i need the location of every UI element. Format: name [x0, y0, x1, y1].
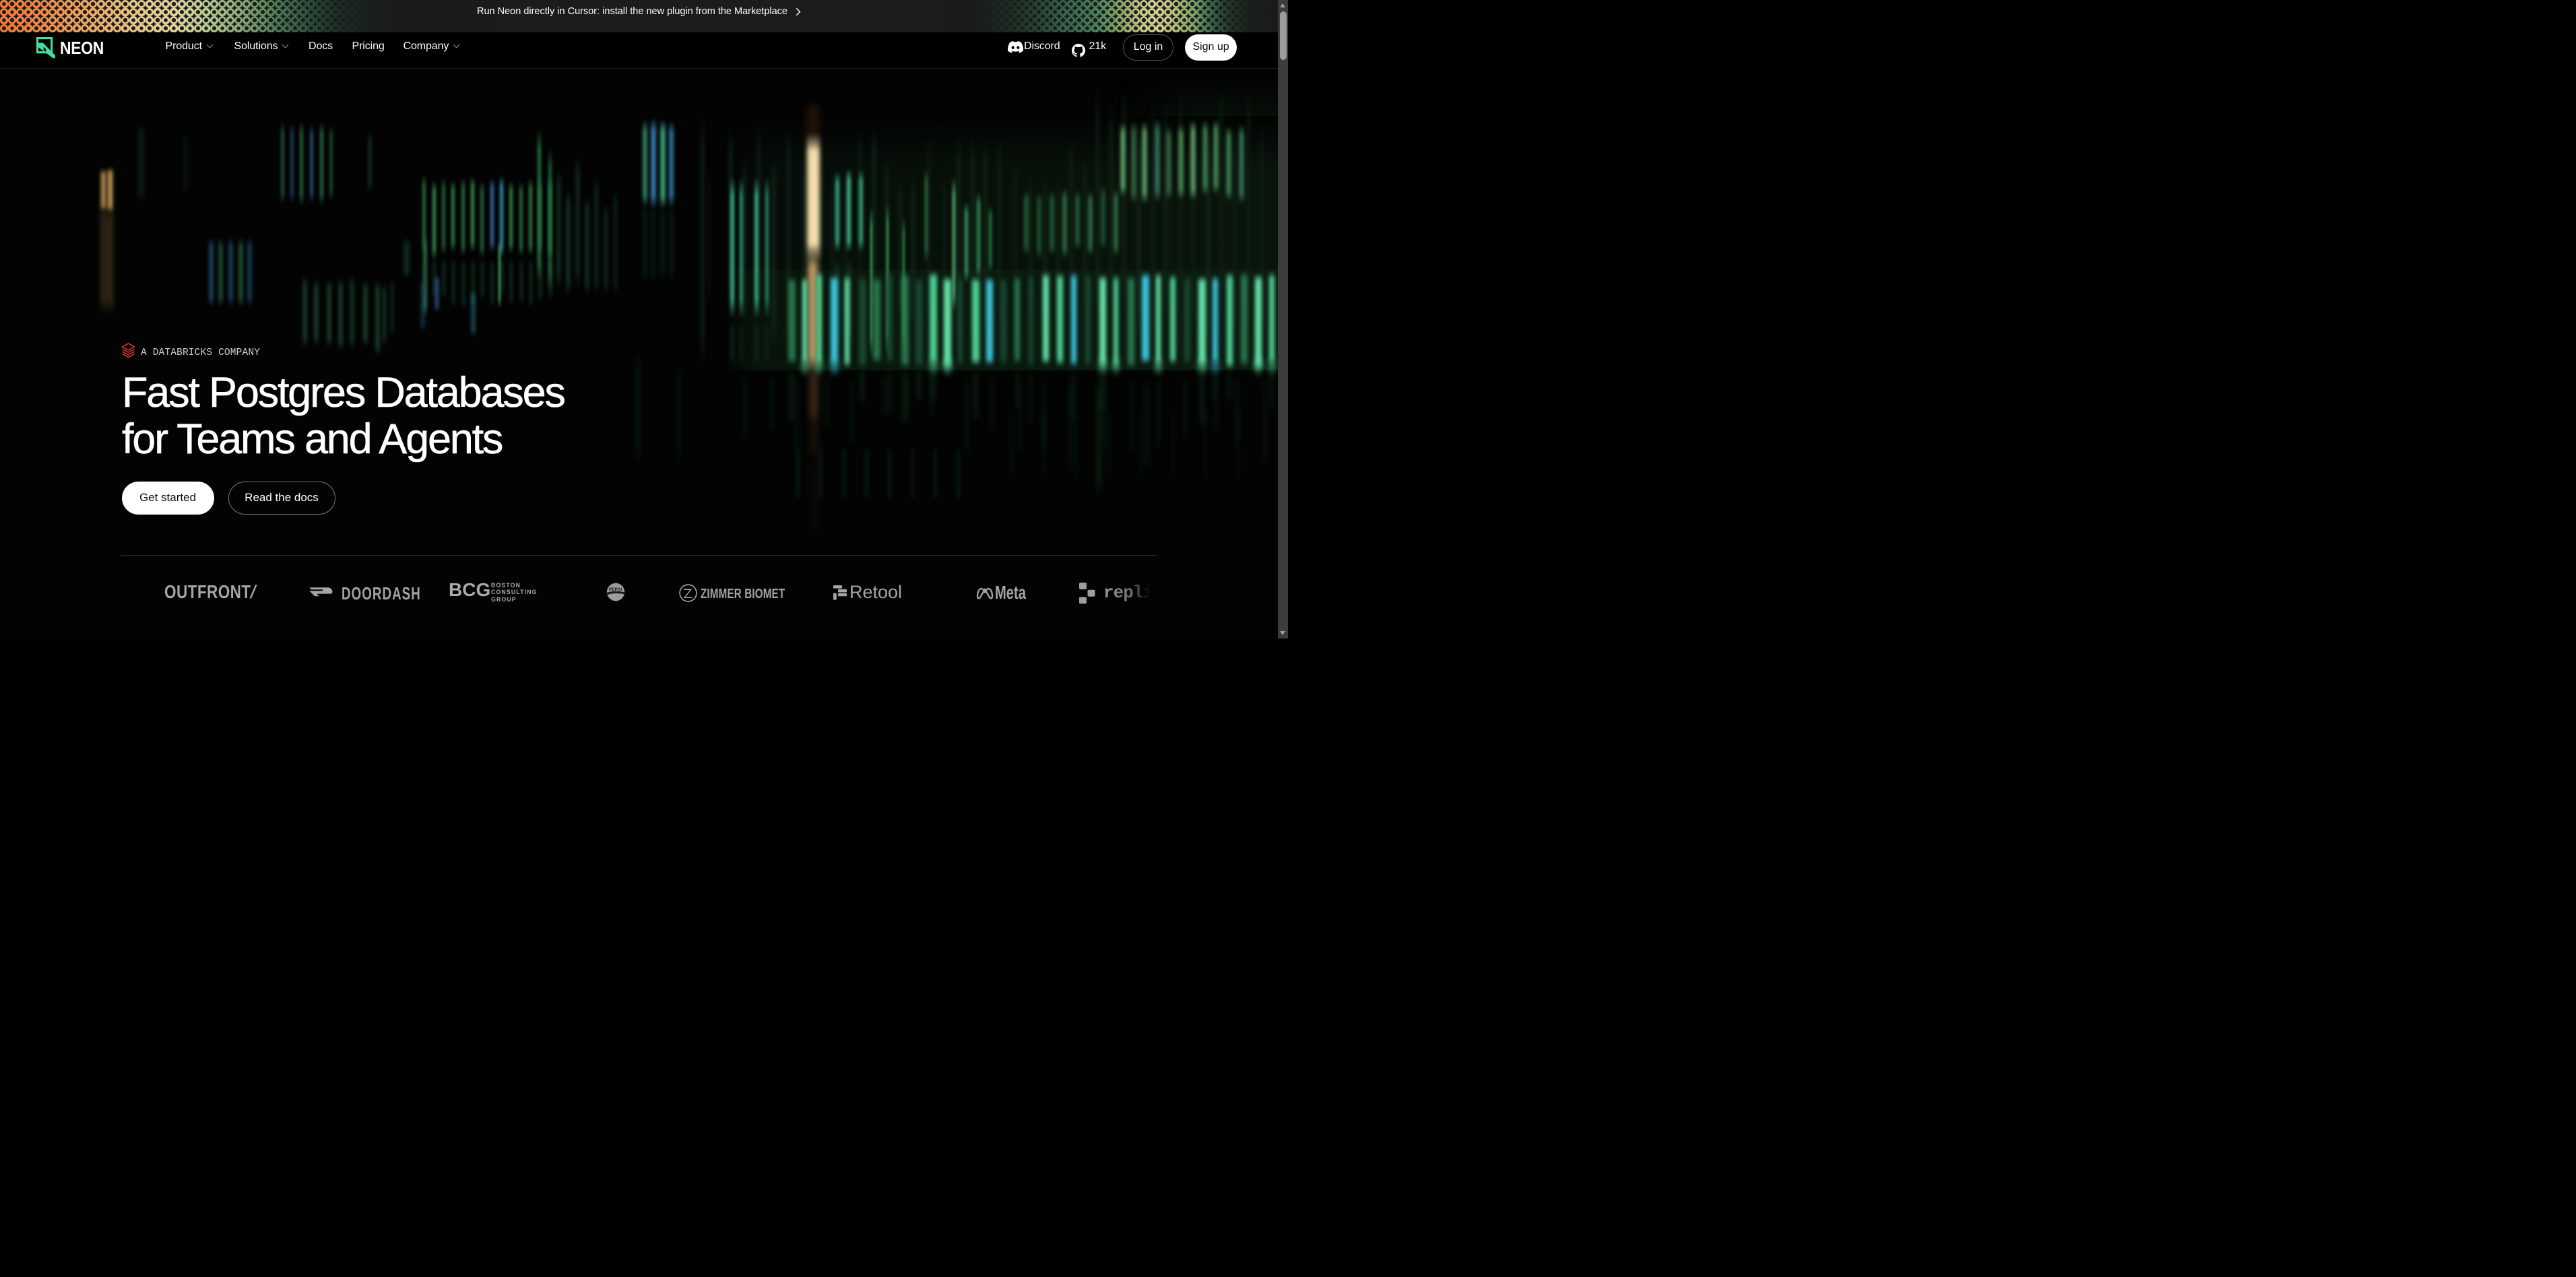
svg-text:PEPSI: PEPSI	[609, 587, 622, 592]
